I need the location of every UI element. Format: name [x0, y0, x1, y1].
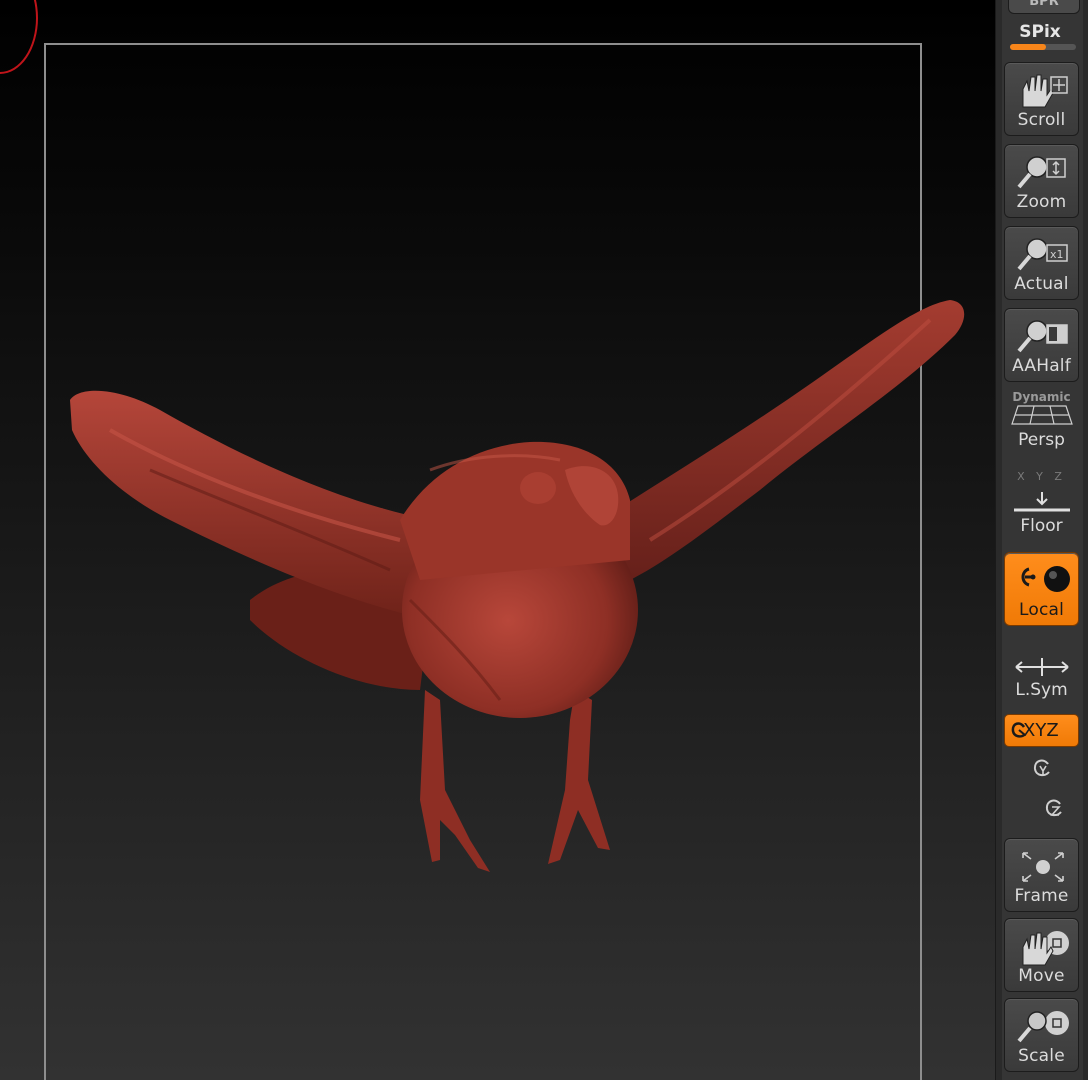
bird-model[interactable]	[0, 0, 995, 1080]
rotate-z-icon[interactable]	[1040, 796, 1068, 824]
persp-button[interactable]: Dynamic Persp	[1004, 388, 1079, 460]
aahalf-icon	[1017, 320, 1068, 353]
frame-label: Frame	[1014, 886, 1069, 906]
floor-icon	[1014, 492, 1070, 512]
zoom-button[interactable]: Zoom	[1004, 144, 1079, 218]
local-symmetry-icon	[1015, 658, 1069, 676]
persp-label: Persp	[1018, 430, 1065, 450]
zoom-label: Zoom	[1016, 192, 1067, 212]
scale-button[interactable]: Scale	[1004, 998, 1079, 1072]
spix-fill	[1010, 44, 1046, 50]
aahalf-label: AAHalf	[1012, 356, 1071, 376]
actual-button[interactable]: x1 Actual	[1004, 226, 1079, 300]
spix-track[interactable]	[1010, 44, 1076, 50]
floor-label: Floor	[1020, 516, 1063, 536]
scale-label: Scale	[1018, 1046, 1065, 1066]
floor-button[interactable]: X Y Z Floor	[1004, 468, 1079, 544]
actual-size-icon: x1	[1017, 238, 1068, 271]
local-pivot-icon	[1021, 566, 1070, 592]
scroll-hand-icon	[1022, 74, 1068, 108]
perspective-grid-icon	[1011, 405, 1073, 425]
local-button[interactable]: Local	[1004, 552, 1079, 626]
move-button[interactable]: Move	[1004, 918, 1079, 992]
spix-slider[interactable]: SPix	[1000, 22, 1080, 56]
rotate-xyz-button[interactable]: XYZ	[1004, 714, 1079, 747]
actual-label: Actual	[1014, 274, 1069, 294]
floor-axes: X Y Z	[1017, 470, 1066, 483]
aahalf-button[interactable]: AAHalf	[1004, 308, 1079, 382]
bpr-button[interactable]: BPR	[1008, 0, 1080, 14]
dynamic-caption: Dynamic	[1012, 390, 1071, 404]
move-hand-icon	[1022, 931, 1069, 966]
frame-icon	[1022, 852, 1064, 882]
move-label: Move	[1018, 966, 1065, 986]
spix-label: SPix	[1019, 22, 1061, 42]
scale-icon	[1017, 1011, 1069, 1043]
lsym-button[interactable]: L.Sym	[1004, 650, 1079, 710]
xyz-label: XYZ	[1023, 720, 1059, 741]
rotate-y-icon[interactable]	[1028, 756, 1056, 784]
local-label: Local	[1018, 600, 1065, 620]
lsym-label: L.Sym	[1015, 680, 1068, 700]
frame-button[interactable]: Frame	[1004, 838, 1079, 912]
scroll-button[interactable]: Scroll	[1004, 62, 1079, 136]
zoom-magnifier-icon	[1017, 156, 1066, 189]
svg-text:x1: x1	[1050, 248, 1064, 261]
canvas-viewport[interactable]	[0, 0, 995, 1080]
scroll-label: Scroll	[1017, 110, 1066, 130]
